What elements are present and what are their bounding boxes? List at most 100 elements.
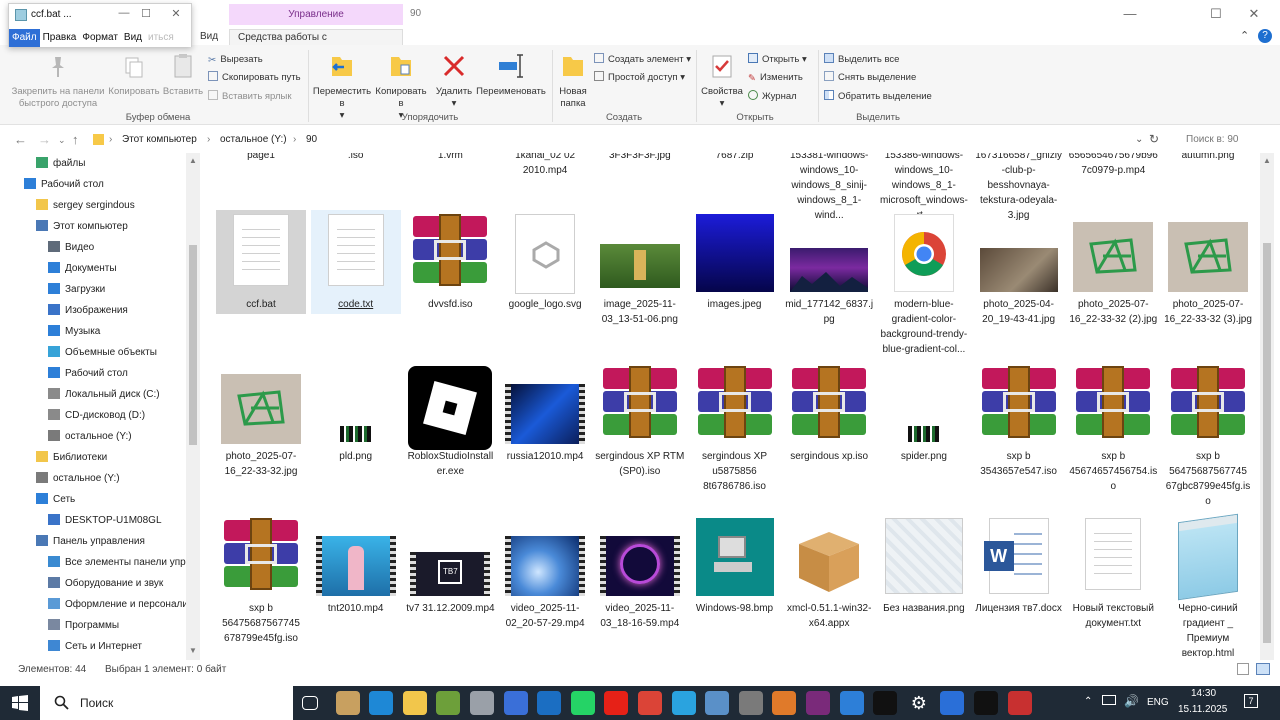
file-item[interactable]: photo_2025-07-16_22-33-32 (2).jpg xyxy=(1068,210,1158,327)
notepad-menu-format[interactable]: Формат xyxy=(79,29,121,47)
settings-app-icon[interactable] xyxy=(470,691,494,715)
speedometer-icon[interactable] xyxy=(1007,691,1032,715)
paste-shortcut-button[interactable]: Вставить ярлык xyxy=(208,90,292,103)
remote-app-icon[interactable] xyxy=(940,691,965,715)
breadcrumb-folder[interactable]: 90 xyxy=(306,134,317,145)
sidebar-item[interactable]: CD-дисковод (D:) xyxy=(48,405,145,426)
taskbar-search-box[interactable]: Поиск xyxy=(40,686,293,720)
outlook-icon[interactable] xyxy=(537,691,562,715)
sidebar-item[interactable]: Оборудование и звук xyxy=(48,573,163,594)
sidebar-item[interactable]: файлы xyxy=(36,153,85,174)
sidebar-item[interactable]: Загрузки xyxy=(48,279,105,300)
whatsapp-icon[interactable] xyxy=(570,691,595,715)
file-item[interactable]: image_2025-11-03_13-51-06.png xyxy=(595,210,685,327)
file-item[interactable]: photo_2025-07-16_22-33-32.jpg xyxy=(216,362,306,479)
sidebar-item[interactable]: Видео xyxy=(48,237,94,258)
file-item[interactable]: xmcl-0.51.1-win32-x64.appx xyxy=(784,514,874,631)
address-bar[interactable]: › Этот компьютер › остальное (Y:) › 90 ⌄… xyxy=(88,130,1159,150)
forward-icon[interactable]: → xyxy=(38,132,51,147)
sidebar-item[interactable]: DESKTOP-U1M08GL xyxy=(48,510,162,531)
sidebar-item[interactable]: Библиотеки xyxy=(36,447,107,468)
sidebar-item[interactable]: Изображения xyxy=(48,300,128,321)
up-icon[interactable]: ↑ xyxy=(72,132,79,147)
sidebar-item[interactable]: Оформление и персонали xyxy=(48,594,188,615)
file-item[interactable]: 153386-windows-windows_10-windows_8_1-mi… xyxy=(879,153,969,221)
file-item[interactable]: russia12010.mp4 xyxy=(500,362,590,464)
photos-icon[interactable] xyxy=(503,691,528,715)
volume-icon[interactable]: 🔊 xyxy=(1124,694,1139,708)
close-button[interactable]: ✕ xyxy=(1234,4,1274,24)
easy-access-button[interactable]: Простой доступ ▾ xyxy=(594,71,685,84)
roblox-icon[interactable] xyxy=(873,691,898,715)
file-item[interactable]: Новый текстовый документ.txt xyxy=(1068,514,1158,631)
scroll-thumb[interactable] xyxy=(189,245,197,445)
file-view-scrollbar[interactable]: ▲ xyxy=(1260,153,1274,660)
navigation-scrollbar[interactable]: ▲ ▼ xyxy=(186,153,200,660)
details-view-icon[interactable] xyxy=(1237,663,1249,675)
invert-selection-button[interactable]: Обратить выделение xyxy=(824,90,932,103)
file-item[interactable]: autumn.png xyxy=(1163,153,1253,163)
youtube-icon[interactable] xyxy=(604,691,629,715)
scroll-down-icon[interactable]: ▼ xyxy=(189,646,197,655)
tab-view[interactable]: Вид xyxy=(200,29,218,45)
file-item[interactable]: ccf.bat xyxy=(216,210,306,314)
sidebar-item[interactable]: Программы xyxy=(48,615,119,636)
telegram-icon[interactable] xyxy=(671,691,696,715)
sidebar-item[interactable]: Документы xyxy=(48,258,117,279)
file-item[interactable]: 1.vrm xyxy=(405,153,495,163)
file-item[interactable]: Черно-синий градиент _ Премиум вектор.ht… xyxy=(1163,513,1253,660)
winrar-icon[interactable] xyxy=(806,691,830,715)
clock-time[interactable]: 14:30 xyxy=(1191,688,1216,699)
sidebar-item[interactable]: Панель управления xyxy=(36,531,145,552)
file-item[interactable]: sergindous XP RTM (SP0).iso xyxy=(595,362,685,479)
file-item[interactable]: sergindous XP u5875856 8t6786786.iso xyxy=(690,362,780,494)
copy-path-button[interactable]: Скопировать путь xyxy=(208,71,301,84)
file-item[interactable]: 6565654675679b967c0979-p.mp4 xyxy=(1068,153,1158,178)
select-all-button[interactable]: Выделить все xyxy=(824,53,899,66)
file-item[interactable]: modern-blue-gradient-color-background-tr… xyxy=(879,210,969,357)
file-item[interactable]: Windows-98.bmp xyxy=(690,514,780,616)
file-item[interactable]: 7687.zip xyxy=(690,153,780,163)
file-item[interactable]: video_2025-11-03_18-16-59.mp4 xyxy=(595,514,685,631)
minimize-button[interactable]: — xyxy=(1110,4,1150,24)
move-to-button[interactable]: Переместить в ▾ xyxy=(312,53,372,122)
file-item[interactable]: photo_2025-04-20_19-43-41.jpg xyxy=(974,210,1064,327)
file-item[interactable]: RobloxStudioInstaller.exe xyxy=(405,362,495,479)
file-item[interactable]: sxp b 45674657456754.iso xyxy=(1068,362,1158,494)
ribbon-collapse-icon[interactable]: ⌃ xyxy=(1240,29,1249,42)
properties-button[interactable]: Свойства ▾ xyxy=(700,53,744,110)
xp-setup-icon[interactable] xyxy=(705,691,730,715)
refresh-icon[interactable]: ↻ xyxy=(1149,132,1159,146)
notepad-close-button[interactable]: ✕ xyxy=(165,7,187,20)
sidebar-item[interactable]: Музыка xyxy=(48,321,100,342)
sidebar-item[interactable]: Этот компьютер xyxy=(36,216,128,237)
capcut-icon[interactable] xyxy=(974,691,998,715)
address-dropdown-icon[interactable]: ⌄ xyxy=(1135,134,1143,145)
file-explorer-icon[interactable] xyxy=(402,691,427,715)
notepad-menu-file[interactable]: Файл xyxy=(9,29,40,47)
sidebar-item[interactable]: Объемные объекты xyxy=(48,342,157,363)
context-tab-manage[interactable]: Управление xyxy=(229,4,403,25)
file-item[interactable]: 153381-windows-windows_10-windows_8_sini… xyxy=(784,153,874,221)
file-item[interactable]: google_logo.svg xyxy=(500,210,590,312)
sidebar-item[interactable]: Сеть xyxy=(36,489,75,510)
file-item[interactable]: sxp b 56475687567745 67gbc8799e45fg.iso xyxy=(1163,362,1253,509)
clock-date[interactable]: 15.11.2025 xyxy=(1178,704,1227,715)
scroll-up-icon[interactable]: ▲ xyxy=(1263,156,1271,165)
delete-button[interactable]: Удалить ▾ xyxy=(432,53,476,110)
tab-app-tools[interactable]: Средства работы с приложениями xyxy=(229,29,403,59)
file-item[interactable]: sergindous xp.iso xyxy=(784,362,874,464)
file-item[interactable]: 3F3F3F3F.jpg xyxy=(595,153,685,163)
maximize-button[interactable]: ☐ xyxy=(1196,4,1236,24)
file-item[interactable]: tnt2010.mp4 xyxy=(311,514,401,616)
file-item[interactable]: sxp b 3543657e547.iso xyxy=(974,362,1064,479)
notification-center-icon[interactable]: 7 xyxy=(1244,694,1258,708)
file-item[interactable]: dvvsfd.iso xyxy=(405,210,495,312)
large-icons-view-icon[interactable] xyxy=(1256,663,1270,675)
sidebar-item[interactable]: остальное (Y:) xyxy=(36,468,120,489)
recent-chevron-icon[interactable]: ⌄ xyxy=(58,135,66,146)
notepad-menu-edit[interactable]: Правка xyxy=(40,29,80,47)
sidebar-item[interactable]: Локальный диск (C:) xyxy=(48,384,160,405)
search-box[interactable]: Поиск в: 90 xyxy=(1180,130,1272,150)
cut-button[interactable]: ✂ Вырезать xyxy=(208,53,263,66)
